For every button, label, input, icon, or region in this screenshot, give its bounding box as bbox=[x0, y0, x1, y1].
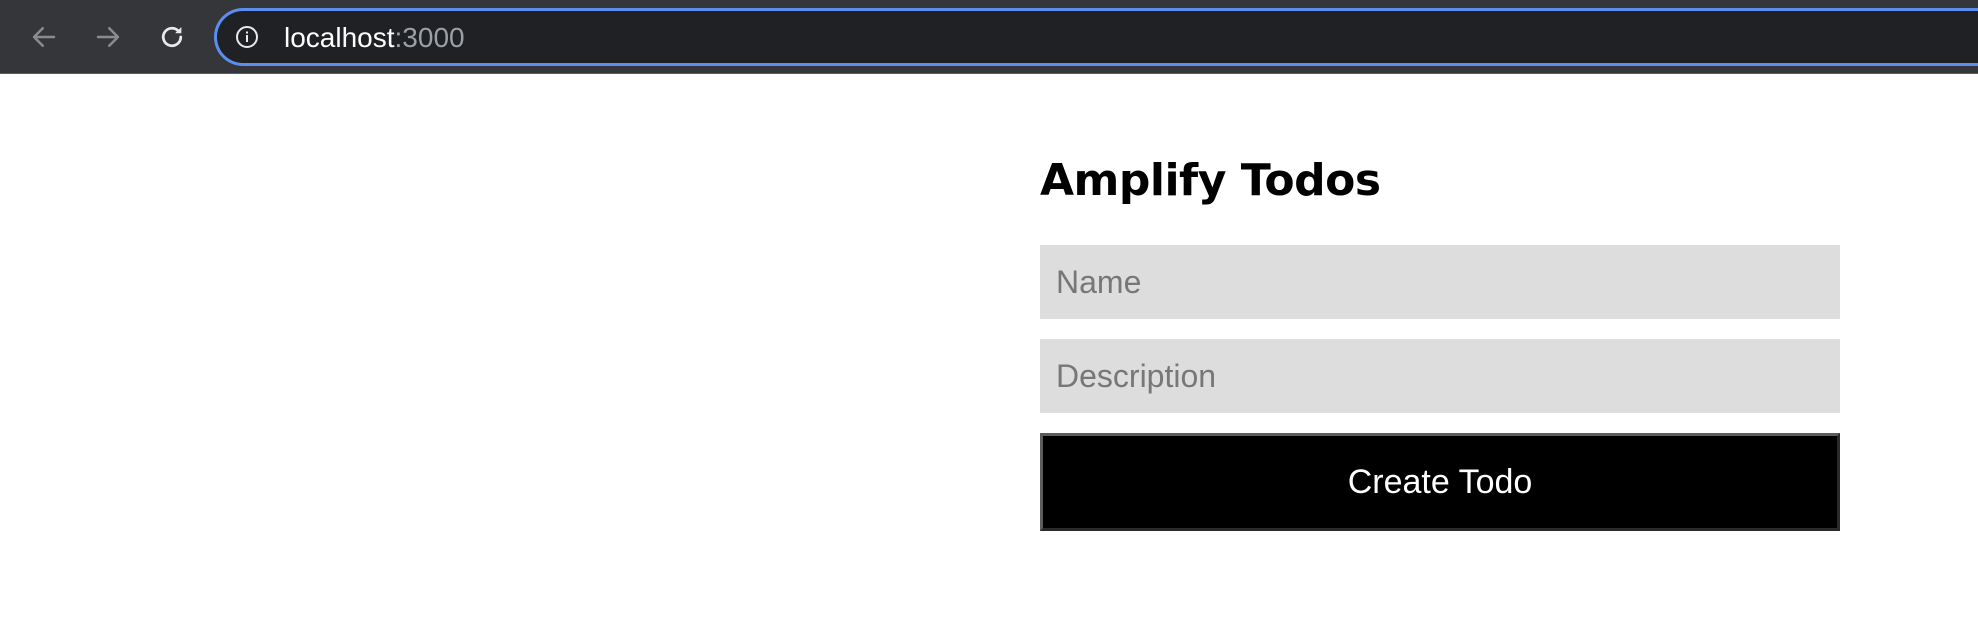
arrow-right-icon bbox=[96, 27, 120, 47]
arrow-left-icon bbox=[32, 27, 56, 47]
create-todo-button[interactable]: Create Todo bbox=[1040, 433, 1840, 531]
back-button[interactable] bbox=[24, 17, 64, 57]
info-icon[interactable] bbox=[235, 25, 259, 49]
forward-button[interactable] bbox=[88, 17, 128, 57]
address-bar[interactable]: localhost:3000 bbox=[214, 8, 1978, 66]
todo-form-container: Amplify Todos Create Todo bbox=[1040, 155, 1840, 531]
page-title: Amplify Todos bbox=[1040, 155, 1381, 206]
url-text[interactable]: localhost:3000 bbox=[284, 23, 465, 53]
reload-icon bbox=[161, 26, 183, 48]
url-port: :3000 bbox=[394, 22, 465, 53]
description-input[interactable] bbox=[1040, 339, 1840, 413]
page-content: Amplify Todos Create Todo bbox=[0, 75, 1978, 632]
browser-toolbar: localhost:3000 bbox=[0, 0, 1978, 74]
reload-button[interactable] bbox=[152, 17, 192, 57]
url-host: localhost bbox=[284, 22, 395, 53]
name-input[interactable] bbox=[1040, 245, 1840, 319]
